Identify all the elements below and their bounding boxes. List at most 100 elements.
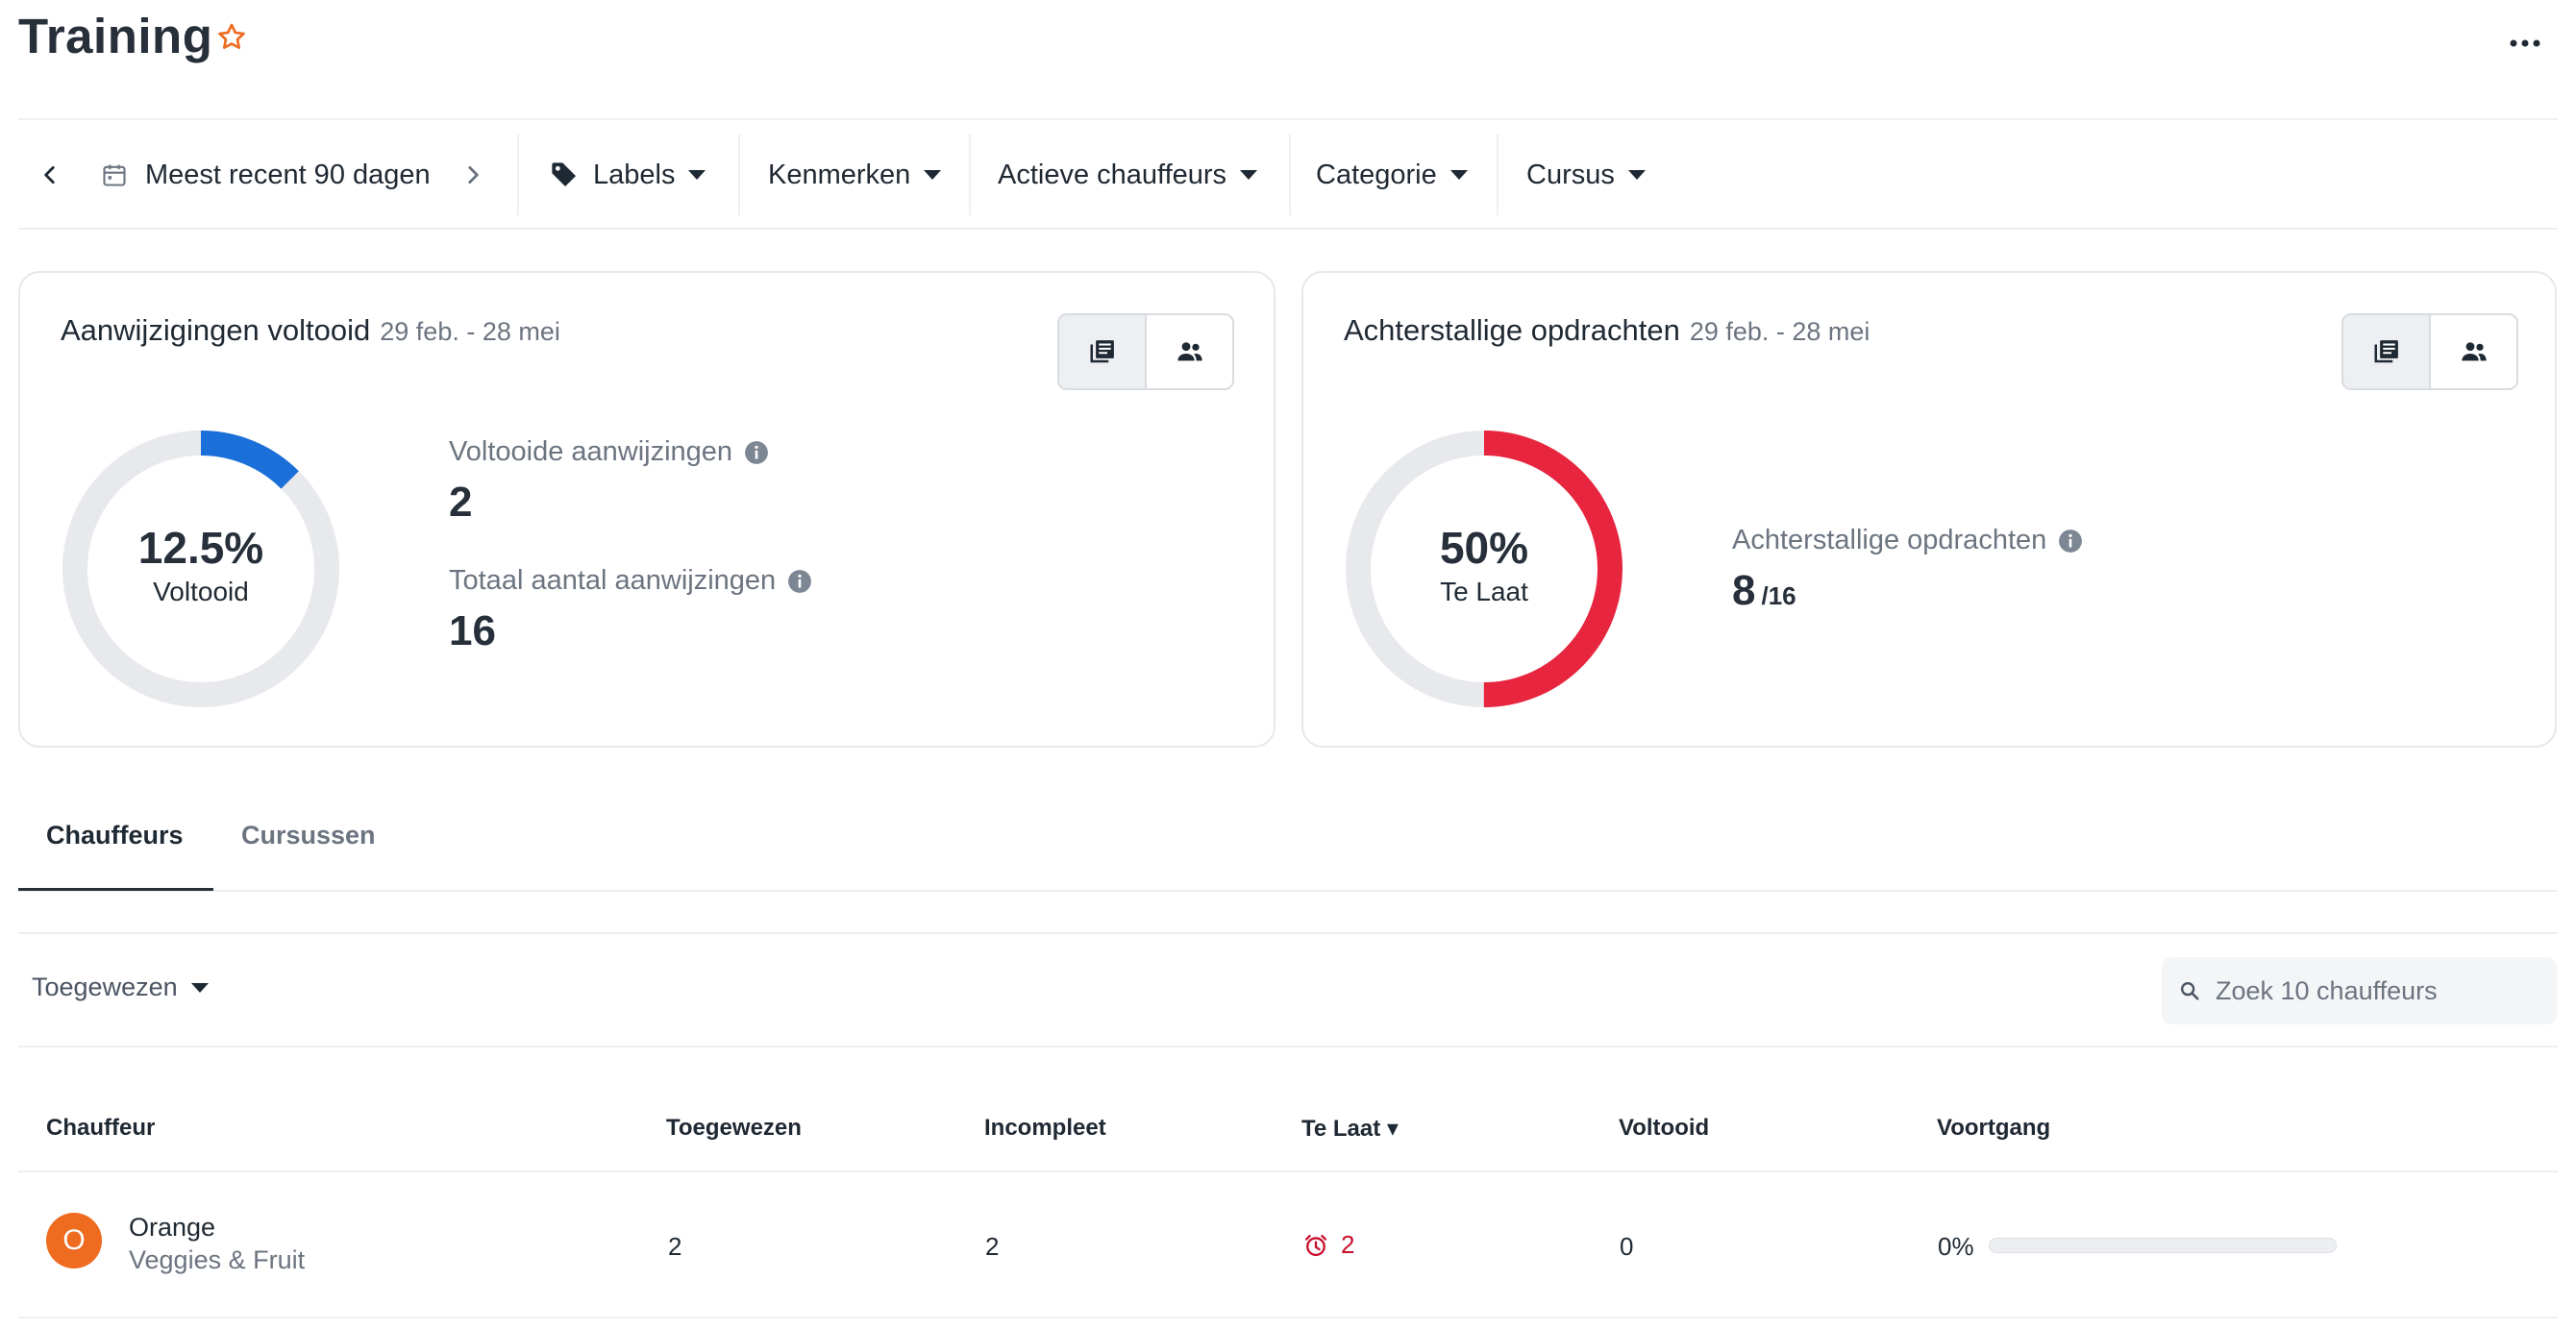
assigned-filter-dropdown[interactable]: Toegewezen <box>32 973 209 1002</box>
filter-divider <box>738 135 740 215</box>
cursus-filter[interactable]: Cursus <box>1526 121 1646 229</box>
driver-name[interactable]: Orange <box>129 1213 215 1243</box>
news-list-icon <box>1090 340 1114 363</box>
categorie-filter-label: Categorie <box>1316 159 1437 190</box>
header-divider <box>18 118 2558 120</box>
cursus-filter-label: Cursus <box>1526 159 1615 190</box>
late-count: 2 <box>1341 1230 1355 1259</box>
overdue-card: Achterstallige opdrachten 29 feb. - 28 me… <box>1301 271 2557 748</box>
filter-divider-line <box>18 228 2558 230</box>
card-date-range: 29 feb. - 28 mei <box>1689 317 1870 346</box>
overdue-assignments-label: Achterstallige opdrachten <box>1732 525 2047 555</box>
avatar: O <box>46 1213 102 1268</box>
search-input[interactable] <box>2214 974 2535 1007</box>
search-box <box>2162 957 2557 1024</box>
tabs-divider <box>18 890 2558 892</box>
metric-label: Voltooide aanwijzingen <box>449 436 769 468</box>
card-title: Achterstallige opdrachten 29 feb. - 28 me… <box>1344 313 1870 348</box>
view-toggle <box>1057 313 1234 390</box>
donut-percentage: 12.5% <box>137 523 264 573</box>
column-header-toegewezen[interactable]: Toegewezen <box>666 1115 802 1142</box>
date-range-picker[interactable]: Meest recent 90 dagen <box>101 121 431 229</box>
date-prev-button[interactable] <box>37 121 62 229</box>
table-row-divider <box>18 1317 2558 1318</box>
page-title: Training <box>18 9 213 63</box>
list-view-button[interactable] <box>2343 315 2431 388</box>
kenmerken-filter[interactable]: Kenmerken <box>768 121 942 229</box>
caret-down-icon <box>688 170 706 180</box>
labels-filter-label: Labels <box>593 159 676 190</box>
caret-down-icon <box>1240 170 1258 180</box>
column-header-incompleet[interactable]: Incompleet <box>984 1115 1106 1142</box>
overdue-assignments-value: 8/16 <box>1732 567 1796 615</box>
donut-center: 12.5% Voltooid <box>61 521 341 609</box>
overdue-count: 8 <box>1732 567 1756 614</box>
toolbar-bottom-divider <box>18 1046 2558 1047</box>
caret-down-icon <box>190 982 209 993</box>
actieve-chauffeurs-label: Actieve chauffeurs <box>998 159 1227 190</box>
donut-label: Te Laat <box>1440 577 1528 606</box>
people-view-button[interactable] <box>1147 315 1232 388</box>
card-title-text: Achterstallige opdrachten <box>1344 313 1680 347</box>
column-header-chauffeur[interactable]: Chauffeur <box>46 1115 155 1142</box>
chevron-left-icon <box>44 166 55 184</box>
column-header-voortgang[interactable]: Voortgang <box>1937 1115 2050 1142</box>
donut-percentage: 50% <box>1439 523 1529 573</box>
overdue-total: /16 <box>1761 581 1796 610</box>
news-list-icon <box>2374 340 2398 363</box>
caret-down-icon <box>924 170 942 180</box>
completed-instructions-value: 2 <box>449 479 473 526</box>
date-next-button[interactable] <box>460 121 485 229</box>
donut-center: 50% Te Laat <box>1344 521 1624 609</box>
people-icon <box>1177 342 1202 361</box>
completed-card: Aanwijzigingen voltooid 29 feb. - 28 mei … <box>18 271 1276 748</box>
filter-divider <box>517 135 519 215</box>
card-title-text: Aanwijzigingen voltooid <box>61 313 371 347</box>
metric-label: Totaal aantal aanwijzingen <box>449 565 812 597</box>
progress-percentage: 0% <box>1938 1232 1974 1261</box>
completed-instructions-label: Voltooide aanwijzingen <box>449 436 733 467</box>
assigned-filter-label: Toegewezen <box>32 973 178 1001</box>
tab-chauffeurs[interactable]: Chauffeurs <box>46 821 184 850</box>
card-title: Aanwijzigingen voltooid 29 feb. - 28 mei <box>61 313 560 348</box>
actieve-chauffeurs-filter[interactable]: Actieve chauffeurs <box>998 121 1258 229</box>
filter-bar: Meest recent 90 dagen Labels Kenmerken A… <box>18 121 2558 229</box>
caret-down-icon <box>1449 170 1468 180</box>
driver-group: Veggies & Fruit <box>129 1245 306 1274</box>
total-instructions-label: Totaal aantal aanwijzingen <box>449 565 777 596</box>
cell-te-laat: 2 <box>1302 1230 1354 1260</box>
info-icon[interactable] <box>787 569 812 594</box>
info-icon[interactable] <box>744 440 769 465</box>
view-toggle <box>2341 313 2518 390</box>
cell-incompleet: 2 <box>985 1232 1000 1261</box>
categorie-filter[interactable]: Categorie <box>1316 121 1468 229</box>
ellipsis-icon[interactable] <box>2504 29 2546 58</box>
filter-divider <box>1497 135 1499 215</box>
star-outline-icon[interactable] <box>215 21 248 54</box>
cell-voltooid: 0 <box>1620 1232 1634 1261</box>
filter-divider <box>969 135 971 215</box>
filter-divider <box>1289 135 1291 215</box>
cell-toegewezen: 2 <box>668 1232 682 1261</box>
toolbar-top-divider <box>18 932 2558 934</box>
labels-filter[interactable]: Labels <box>549 121 706 229</box>
info-icon[interactable] <box>2058 529 2083 554</box>
caret-down-icon <box>1627 170 1646 180</box>
tag-icon <box>552 162 576 186</box>
column-header-te-laat[interactable]: Te Laat ▾ <box>1301 1115 1399 1143</box>
people-view-button[interactable] <box>2431 315 2516 388</box>
active-tab-indicator <box>18 888 213 891</box>
alarm-clock-icon <box>1304 1234 1327 1256</box>
metric-label: Achterstallige opdrachten <box>1732 525 2083 556</box>
progress-bar <box>1989 1238 2337 1253</box>
list-view-button[interactable] <box>1059 315 1147 388</box>
card-date-range: 29 feb. - 28 mei <box>380 317 560 346</box>
chevron-right-icon <box>468 166 479 184</box>
column-header-voltooid[interactable]: Voltooid <box>1619 1115 1709 1142</box>
search-icon <box>2181 982 2199 1000</box>
total-instructions-value: 16 <box>449 607 496 654</box>
donut-label: Voltooid <box>153 577 249 606</box>
tab-cursussen[interactable]: Cursussen <box>241 821 376 850</box>
kenmerken-filter-label: Kenmerken <box>768 159 911 190</box>
calendar-icon <box>103 164 126 186</box>
